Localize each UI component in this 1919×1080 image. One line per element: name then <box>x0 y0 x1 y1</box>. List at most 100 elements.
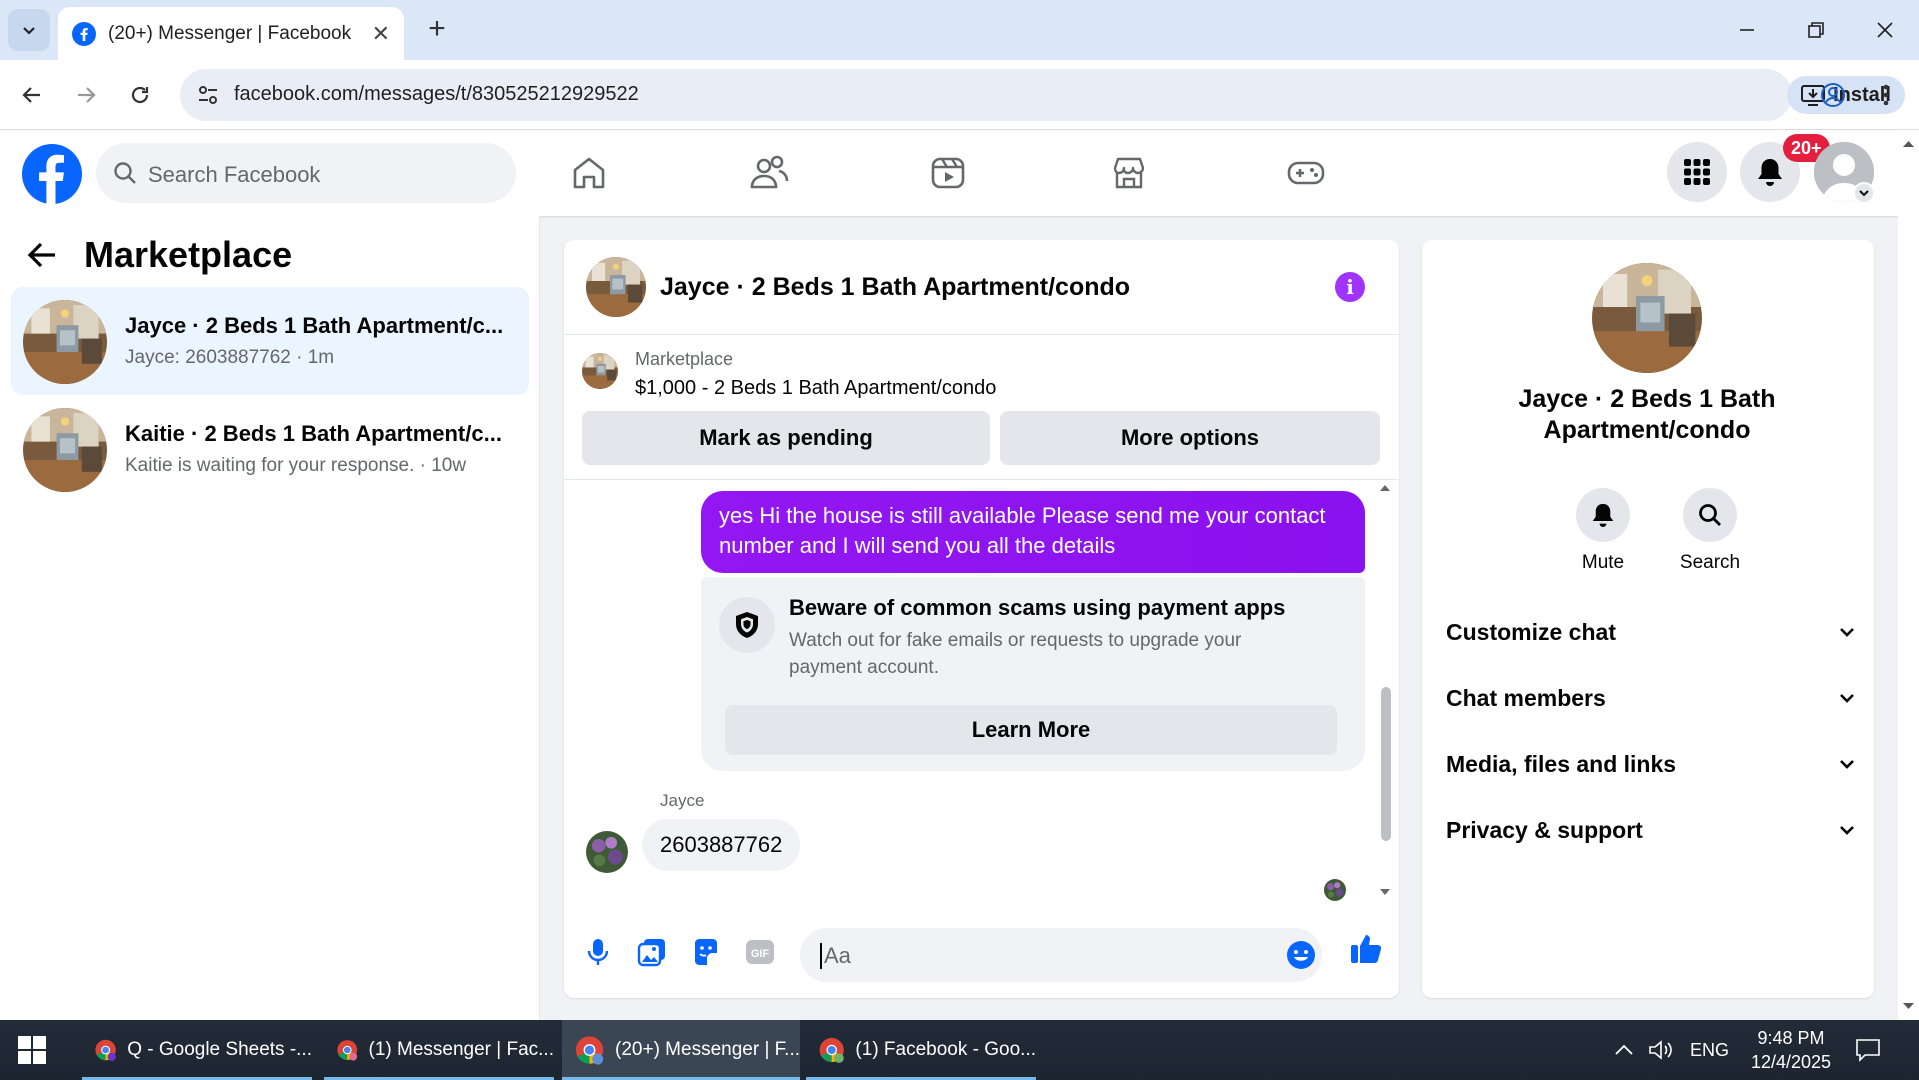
conversation-list-panel: Marketplace Jayce · 2 Beds 1 Bath Apartm… <box>0 216 540 1020</box>
taskbar-app-label: (1) Facebook - Goo... <box>855 1039 1036 1060</box>
chevron-down-icon <box>1840 628 1854 637</box>
marketplace-label: Marketplace <box>635 349 734 369</box>
emoji-icon[interactable] <box>1286 940 1316 970</box>
bell-icon <box>1758 159 1782 186</box>
chat-title[interactable]: Jayce · 2 Beds 1 Bath Apartment/condo <box>660 273 1130 302</box>
taskbar-app-google-sheets[interactable]: Q - Google Sheets -... <box>82 1020 312 1080</box>
thread-scrollbar[interactable] <box>1378 481 1392 901</box>
search-placeholder: Search Facebook <box>148 162 321 187</box>
site-settings-icon[interactable] <box>192 79 224 111</box>
media-files-links-row[interactable]: Media, files and links <box>1446 744 1856 784</box>
taskbar-app-label: (1) Messenger | Fac... <box>368 1039 555 1060</box>
send-like-button[interactable] <box>1348 930 1384 966</box>
learn-more-button[interactable]: Learn More <box>725 705 1337 755</box>
minimize-button[interactable] <box>1723 10 1771 50</box>
attach-photo-button[interactable] <box>634 934 670 970</box>
svg-text:GIF: GIF <box>751 948 770 960</box>
message-placeholder: Aa <box>820 943 851 969</box>
nav-friends[interactable] <box>746 150 792 196</box>
more-vertical-icon <box>1883 84 1889 106</box>
listing-thumbnail[interactable] <box>582 353 618 389</box>
nav-marketplace[interactable] <box>1106 150 1152 196</box>
facebook-logo[interactable] <box>22 144 82 204</box>
chat-avatar[interactable] <box>586 257 646 317</box>
arrow-right-icon <box>78 87 96 103</box>
restore-button[interactable] <box>1792 10 1840 50</box>
mark-as-pending-button[interactable]: Mark as pending <box>582 411 990 465</box>
system-clock[interactable]: 9:48 PM 12/4/2025 <box>1746 1026 1836 1074</box>
listing-title[interactable]: $1,000 - 2 Beds 1 Bath Apartment/condo <box>635 377 996 400</box>
sticker-button[interactable] <box>688 934 724 970</box>
warning-title: Beware of common scams using payment app… <box>789 595 1286 620</box>
section-label: Privacy & support <box>1446 816 1643 843</box>
chevron-down-icon <box>1840 826 1854 835</box>
sticker-icon <box>695 939 717 965</box>
section-label: Media, files and links <box>1446 750 1677 777</box>
taskbar-app-facebook[interactable]: (1) Facebook - Goo... <box>806 1020 1036 1080</box>
arrow-left-icon[interactable] <box>26 240 58 270</box>
chat-members-row[interactable]: Chat members <box>1446 678 1856 718</box>
contact-name: Jayce · 2 Beds 1 Bath Apartment/condo <box>1518 385 1776 444</box>
reload-button[interactable] <box>118 73 162 117</box>
url-text: facebook.com/messages/t/830525212929522 <box>234 83 639 105</box>
more-options-button[interactable]: More options <box>1000 411 1380 465</box>
account-menu-caret[interactable] <box>1853 182 1875 204</box>
facebook-favicon-icon <box>72 21 96 46</box>
customize-chat-row[interactable]: Customize chat <box>1446 612 1856 652</box>
chat-header: Jayce · 2 Beds 1 Bath Apartment/condo i <box>564 240 1399 335</box>
nav-home[interactable] <box>566 150 612 196</box>
address-bar[interactable]: facebook.com/messages/t/830525212929522 … <box>180 69 1905 121</box>
info-icon[interactable]: i <box>1335 272 1365 302</box>
menu-button[interactable] <box>1667 142 1727 202</box>
show-hidden-icons[interactable] <box>1614 1020 1634 1080</box>
taskbar-app-messenger-1[interactable]: (1) Messenger | Fac... <box>324 1020 554 1080</box>
marketplace-listing-bar: Marketplace $1,000 - 2 Beds 1 Bath Apart… <box>564 335 1399 480</box>
language-indicator[interactable]: ENG <box>1690 1020 1729 1080</box>
account-circle-icon <box>1821 83 1845 107</box>
browser-tab-strip: (20+) Messenger | Facebook ✕ + <box>0 0 1919 60</box>
tab-title: (20+) Messenger | Facebook <box>108 22 352 44</box>
tab-close-icon[interactable]: ✕ <box>372 21 390 47</box>
friends-icon <box>750 155 789 189</box>
nav-gaming[interactable] <box>1283 150 1329 196</box>
search-in-conversation-action[interactable]: Search <box>1665 488 1755 574</box>
voice-clip-button[interactable] <box>580 934 616 970</box>
new-tab-button[interactable]: + <box>420 12 454 46</box>
close-window-button[interactable] <box>1861 10 1909 50</box>
scrollbar-thumb[interactable] <box>1381 687 1391 841</box>
sender-name: Jayce <box>660 791 705 810</box>
speaker-icon <box>1649 1040 1672 1060</box>
conversation-item-jayce[interactable]: Jayce · 2 Beds 1 Bath Apartment/c... Jay… <box>11 287 529 395</box>
conversation-name: Kaitie · 2 Beds 1 Bath Apartment/c... <box>125 421 502 446</box>
privacy-support-row[interactable]: Privacy & support <box>1446 810 1856 850</box>
minimize-icon <box>1740 29 1754 31</box>
notification-center-button[interactable] <box>1855 1020 1881 1080</box>
section-label: Chat members <box>1446 684 1606 711</box>
windows-logo-icon <box>18 1036 46 1064</box>
shield-icon <box>719 597 775 653</box>
volume-button[interactable] <box>1648 1020 1674 1080</box>
back-button[interactable] <box>10 73 54 117</box>
facebook-search-input[interactable]: Search Facebook <box>96 143 516 203</box>
browser-menu-button[interactable] <box>1864 73 1908 117</box>
mute-action[interactable]: Mute <box>1558 488 1648 574</box>
conversation-item-kaitie[interactable]: Kaitie · 2 Beds 1 Bath Apartment/c... Ka… <box>11 395 529 503</box>
arrow-left-icon <box>22 87 40 103</box>
listing-thumbnail <box>23 300 107 384</box>
panel-header: Marketplace <box>26 234 292 276</box>
gif-button[interactable]: GIF <box>742 934 778 970</box>
browser-tab-active[interactable]: (20+) Messenger | Facebook ✕ <box>58 7 404 60</box>
sender-avatar[interactable] <box>586 831 628 873</box>
message-composer: GIF Aa <box>564 904 1399 998</box>
tab-search-button[interactable] <box>8 9 50 51</box>
incoming-message: 2603887762 <box>642 819 801 871</box>
message-input[interactable]: Aa <box>800 928 1322 982</box>
restore-icon <box>1808 22 1824 38</box>
forward-button[interactable] <box>64 73 108 117</box>
contact-avatar[interactable] <box>1592 263 1702 373</box>
profile-button[interactable] <box>1811 73 1855 117</box>
taskbar-app-messenger-20[interactable]: (20+) Messenger | F... <box>562 1020 800 1080</box>
page-scrollbar[interactable] <box>1898 130 1919 1020</box>
nav-video[interactable] <box>925 150 971 196</box>
start-button[interactable] <box>18 1036 46 1064</box>
